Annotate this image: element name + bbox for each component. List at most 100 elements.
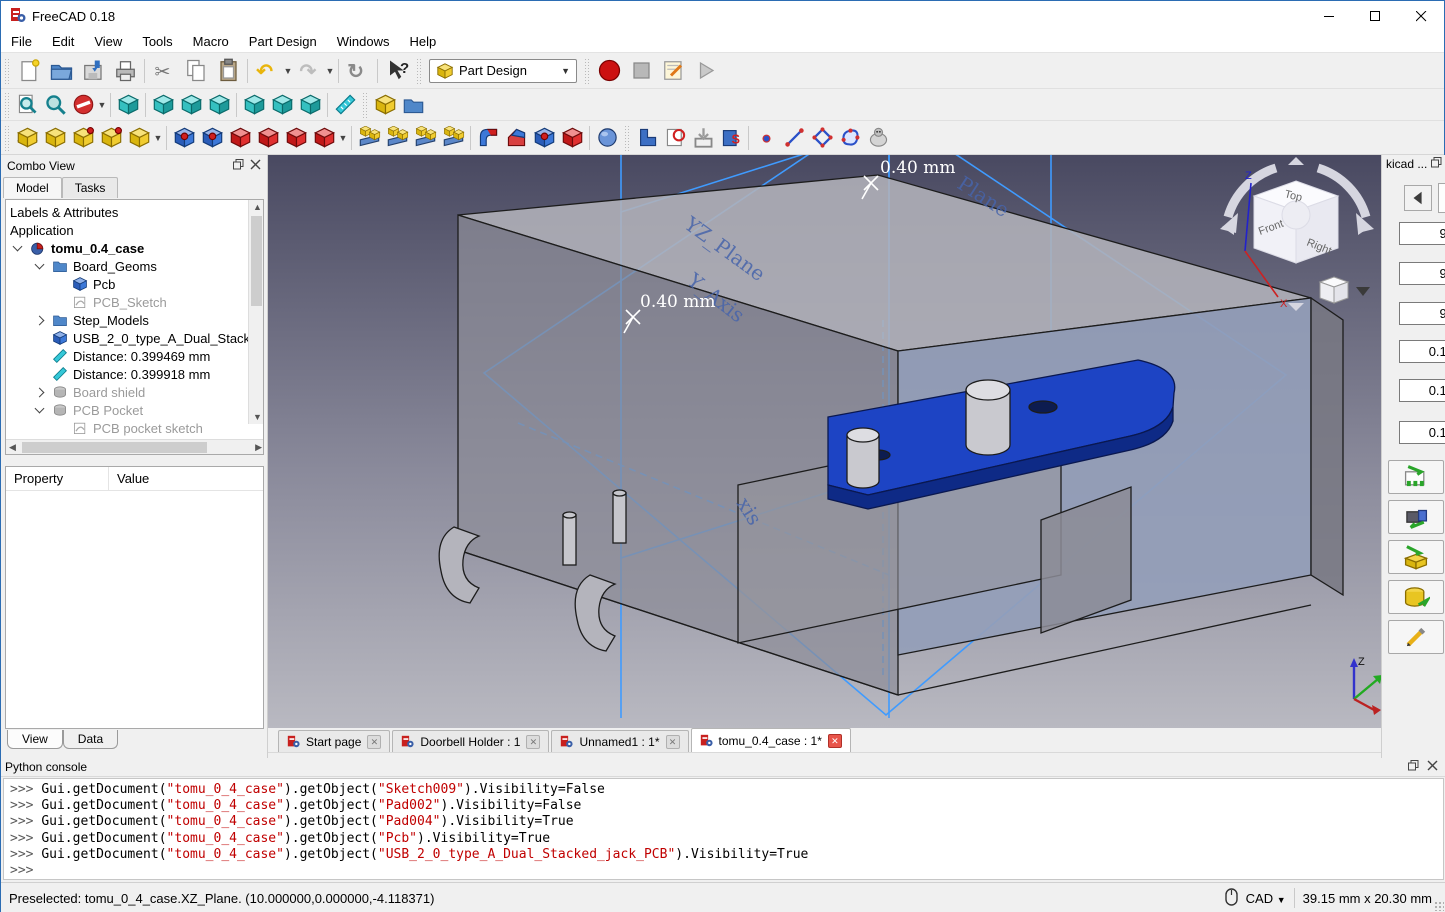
menu-windows[interactable]: Windows xyxy=(327,32,400,51)
carbon-copy-button[interactable] xyxy=(864,124,892,152)
tree-item[interactable]: Distance: 0.399918 mm xyxy=(10,365,263,383)
mouse-mode-selector[interactable]: CAD ▼ xyxy=(1246,891,1286,906)
pad-button[interactable] xyxy=(13,124,41,152)
validate-sketch-button[interactable]: S xyxy=(717,124,745,152)
maximize-button[interactable] xyxy=(1352,1,1398,31)
hole-button[interactable] xyxy=(198,124,226,152)
create-point-button[interactable] xyxy=(752,124,780,152)
float-panel-icon[interactable] xyxy=(1431,157,1444,171)
macro-stop-button[interactable] xyxy=(625,55,657,87)
bottom-view-button[interactable] xyxy=(268,91,296,119)
value-spinbox[interactable]: 90 xyxy=(1399,262,1445,285)
expander-right-icon[interactable] xyxy=(35,387,45,397)
revolution-button[interactable] xyxy=(41,124,69,152)
save-button[interactable] xyxy=(77,55,109,87)
macro-record-button[interactable] xyxy=(593,55,625,87)
resize-grip[interactable] xyxy=(1434,901,1444,911)
python-console-input[interactable]: >>> Gui.getDocument("tomu_0_4_case").get… xyxy=(3,778,1444,880)
leave-sketch-button[interactable] xyxy=(689,124,717,152)
toolbar-grip[interactable] xyxy=(624,125,630,151)
document-tab[interactable]: tomu_0.4_case : 1*✕ xyxy=(691,728,851,752)
tree-horizontal-scrollbar[interactable]: ◀ ▶ xyxy=(6,439,264,454)
additive-pipe-button[interactable] xyxy=(97,124,125,152)
undo-button[interactable]: ↶ xyxy=(251,55,283,87)
edit-settings-button[interactable] xyxy=(1388,620,1444,654)
export-step-button[interactable] xyxy=(1388,540,1444,574)
tab-close-icon[interactable]: ✕ xyxy=(828,734,842,748)
redo-button[interactable]: ↷ xyxy=(293,55,325,87)
polar-pattern-button[interactable] xyxy=(411,124,439,152)
additive-primitive-button[interactable] xyxy=(125,124,153,152)
float-panel-icon[interactable] xyxy=(1408,760,1419,774)
subtractive-pipe-button[interactable] xyxy=(282,124,310,152)
tree-item[interactable]: Pcb xyxy=(10,275,263,293)
mirrored-button[interactable] xyxy=(355,124,383,152)
tab-tasks[interactable]: Tasks xyxy=(62,177,119,198)
3d-viewport[interactable]: YZ_Plane Y_Axis Plane xis 0.40 mm 0.40 m… xyxy=(268,155,1381,728)
tree-vertical-scrollbar[interactable]: ▲ ▼ xyxy=(248,200,263,424)
dropdown-arrow-icon[interactable]: ▼ xyxy=(153,133,163,143)
groove-button[interactable] xyxy=(226,124,254,152)
tree-item[interactable]: PCB_Sketch xyxy=(10,293,263,311)
cut-button[interactable]: ✂ xyxy=(148,55,180,87)
rear-view-button[interactable] xyxy=(240,91,268,119)
left-view-button[interactable] xyxy=(296,91,324,119)
document-tab[interactable]: Start page✕ xyxy=(278,730,390,752)
menu-macro[interactable]: Macro xyxy=(183,32,239,51)
tree-item[interactable]: Distance: 0.399469 mm xyxy=(10,347,263,365)
toolbar-grip[interactable] xyxy=(362,92,368,118)
draft-button[interactable] xyxy=(530,124,558,152)
tree-item[interactable]: Board_Geoms xyxy=(10,257,263,275)
create-bspline-button[interactable] xyxy=(836,124,864,152)
value-spinbox[interactable]: 0.10 xyxy=(1399,340,1445,363)
axonometric-view-button[interactable] xyxy=(114,91,142,119)
minimize-button[interactable] xyxy=(1306,1,1352,31)
push-pcb-button[interactable] xyxy=(1388,460,1444,494)
whats-this-button[interactable]: ? xyxy=(381,55,413,87)
print-button[interactable] xyxy=(109,55,141,87)
export-db-button[interactable] xyxy=(1388,580,1444,614)
menu-tools[interactable]: Tools xyxy=(132,32,182,51)
create-group-button[interactable] xyxy=(399,91,427,119)
value-spinbox[interactable]: 0.10 xyxy=(1399,421,1445,444)
document-tab[interactable]: Unnamed1 : 1*✕ xyxy=(551,730,688,752)
tree-item[interactable]: Board shield xyxy=(10,383,263,401)
linear-pattern-button[interactable] xyxy=(383,124,411,152)
external-geometry-button[interactable] xyxy=(808,124,836,152)
new-document-button[interactable] xyxy=(13,55,45,87)
toolbar-grip[interactable] xyxy=(4,58,10,84)
tab-view[interactable]: View xyxy=(7,730,63,749)
draw-style-button[interactable] xyxy=(69,91,97,119)
fit-all-button[interactable] xyxy=(13,91,41,119)
create-line-button[interactable] xyxy=(780,124,808,152)
toolbar-grip[interactable] xyxy=(4,125,10,151)
combo-dropdown-icon[interactable]: ▼ xyxy=(561,66,570,76)
thickness-button[interactable] xyxy=(558,124,586,152)
workbench-selector[interactable]: Part Design▼ xyxy=(429,59,577,83)
right-view-button[interactable] xyxy=(205,91,233,119)
menu-help[interactable]: Help xyxy=(399,32,446,51)
tree-item[interactable]: Application xyxy=(10,221,263,239)
multi-transform-button[interactable] xyxy=(439,124,467,152)
load-3d-model-button[interactable] xyxy=(1388,500,1444,534)
close-panel-icon[interactable] xyxy=(250,159,261,173)
copy-button[interactable] xyxy=(180,55,212,87)
close-button[interactable] xyxy=(1398,1,1444,31)
pocket-button[interactable] xyxy=(170,124,198,152)
tree-item[interactable]: tomu_0.4_case xyxy=(10,239,263,257)
boolean-operation-button[interactable] xyxy=(593,124,621,152)
value-spinbox[interactable]: 0.10 xyxy=(1399,379,1445,402)
expander-right-icon[interactable] xyxy=(35,315,45,325)
toolbar-grip[interactable] xyxy=(4,92,10,118)
expander-down-icon[interactable] xyxy=(35,260,45,270)
float-panel-icon[interactable] xyxy=(233,159,244,173)
fit-selection-button[interactable] xyxy=(41,91,69,119)
menu-file[interactable]: File xyxy=(1,32,42,51)
document-tab[interactable]: Doorbell Holder : 1✕ xyxy=(392,730,549,752)
tree-item[interactable]: USB_2_0_type_A_Dual_Stacked_jac xyxy=(10,329,263,347)
menu-edit[interactable]: Edit xyxy=(42,32,84,51)
expander-down-icon[interactable] xyxy=(35,404,45,414)
value-spinbox[interactable]: 90 xyxy=(1399,302,1445,325)
menu-view[interactable]: View xyxy=(84,32,132,51)
tab-close-icon[interactable]: ✕ xyxy=(526,735,540,749)
